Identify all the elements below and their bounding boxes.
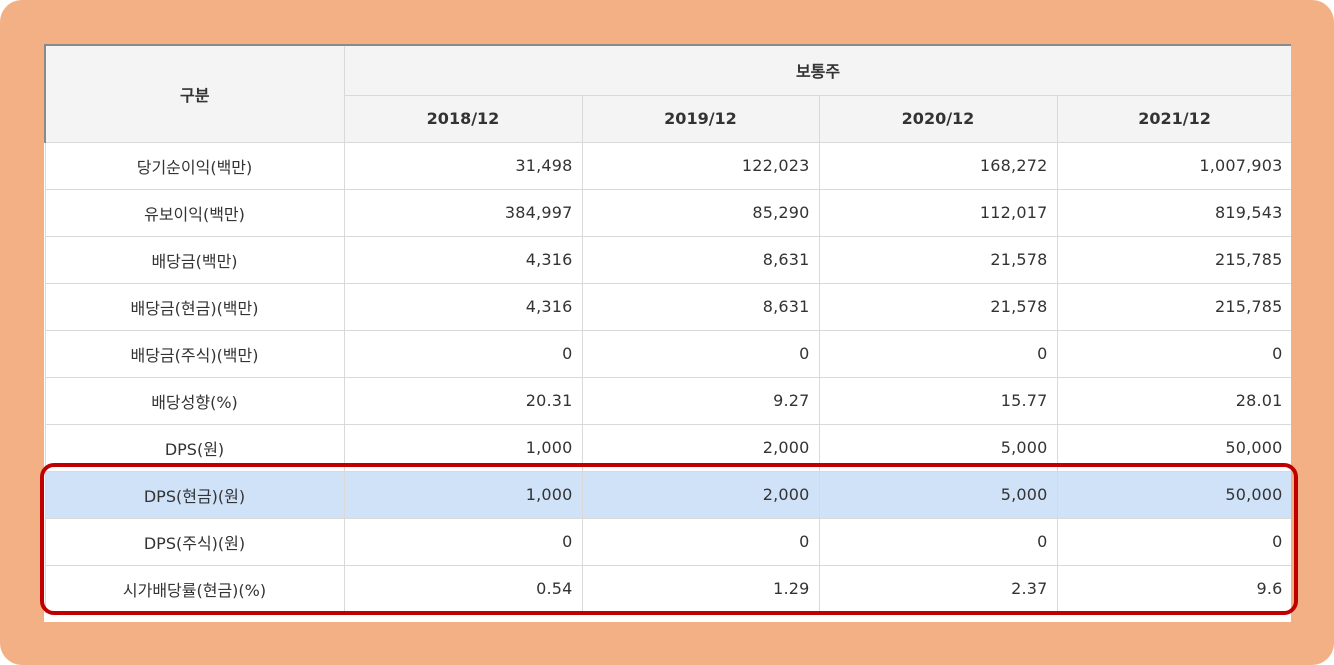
- table-row: 유보이익(백만) 384,997 85,290 112,017 819,543: [44, 188, 1291, 237]
- value-cell: 21,578: [818, 235, 1058, 284]
- row-label: 유보이익(백만): [44, 188, 345, 237]
- row-label: 배당금(백만): [44, 235, 345, 284]
- value-cell: 215,785: [1056, 235, 1291, 284]
- value-cell: 4,316: [343, 235, 583, 284]
- value-cell: 5,000: [818, 423, 1058, 472]
- corner-header: 구분: [44, 44, 345, 143]
- table-row: 배당금(현금)(백만) 4,316 8,631 21,578 215,785: [44, 282, 1291, 331]
- value-cell: 50,000: [1056, 423, 1291, 472]
- group-header: 보통주: [343, 44, 1291, 96]
- column-header: 2021/12: [1056, 94, 1291, 143]
- table-row: 배당금(백만) 4,316 8,631 21,578 215,785: [44, 235, 1291, 284]
- value-cell: 0: [1056, 329, 1291, 378]
- table-body: 당기순이익(백만) 31,498 122,023 168,272 1,007,903 유보…: [44, 141, 1291, 613]
- value-cell: 9.6: [1056, 564, 1291, 613]
- value-cell: 1,000: [343, 423, 583, 472]
- value-cell: 20.31: [343, 376, 583, 425]
- value-cell: 819,543: [1056, 188, 1291, 237]
- value-cell: 8,631: [581, 235, 820, 284]
- row-label: 배당성향(%): [44, 376, 345, 425]
- table-row: DPS(원) 1,000 2,000 5,000 50,000: [44, 423, 1291, 472]
- value-cell: 0: [581, 517, 820, 566]
- table-row: 당기순이익(백만) 31,498 122,023 168,272 1,007,903: [44, 141, 1291, 190]
- value-cell: 112,017: [818, 188, 1058, 237]
- table-row: DPS(주식)(원) 0 0 0 0: [44, 517, 1291, 566]
- value-cell: 4,316: [343, 282, 583, 331]
- value-cell: 215,785: [1056, 282, 1291, 331]
- dividend-table: 구분 보통주 2018/12 2019/12 2020/12 2021/12 당…: [44, 44, 1291, 613]
- table-header: 구분 보통주 2018/12 2019/12 2020/12 2021/12: [44, 44, 1291, 143]
- value-cell: 0: [818, 329, 1058, 378]
- value-cell: 5,000: [818, 470, 1058, 519]
- row-label: 시가배당률(현금)(%): [44, 564, 345, 613]
- column-header: 2019/12: [581, 94, 820, 143]
- value-cell: 1,007,903: [1056, 141, 1291, 190]
- value-cell: 1,000: [343, 470, 583, 519]
- table-row: 시가배당률(현금)(%) 0.54 1.29 2.37 9.6: [44, 564, 1291, 613]
- value-cell: 2,000: [581, 470, 820, 519]
- row-label: 배당금(주식)(백만): [44, 329, 345, 378]
- table-row: DPS(현금)(원) 1,000 2,000 5,000 50,000: [44, 470, 1291, 519]
- value-cell: 15.77: [818, 376, 1058, 425]
- value-cell: 31,498: [343, 141, 583, 190]
- value-cell: 21,578: [818, 282, 1058, 331]
- value-cell: 0: [1056, 517, 1291, 566]
- column-header: 2018/12: [343, 94, 583, 143]
- row-label: DPS(원): [44, 423, 345, 472]
- value-cell: 0: [343, 329, 583, 378]
- value-cell: 50,000: [1056, 470, 1291, 519]
- value-cell: 8,631: [581, 282, 820, 331]
- value-cell: 122,023: [581, 141, 820, 190]
- row-label: DPS(주식)(원): [44, 517, 345, 566]
- value-cell: 9.27: [581, 376, 820, 425]
- row-label: DPS(현금)(원): [44, 470, 345, 519]
- value-cell: 0: [581, 329, 820, 378]
- value-cell: 85,290: [581, 188, 820, 237]
- row-label: 배당금(현금)(백만): [44, 282, 345, 331]
- value-cell: 0: [818, 517, 1058, 566]
- value-cell: 0: [343, 517, 583, 566]
- value-cell: 2,000: [581, 423, 820, 472]
- value-cell: 2.37: [818, 564, 1058, 613]
- row-label: 당기순이익(백만): [44, 141, 345, 190]
- value-cell: 1.29: [581, 564, 820, 613]
- column-header: 2020/12: [818, 94, 1058, 143]
- table-row: 배당성향(%) 20.31 9.27 15.77 28.01: [44, 376, 1291, 425]
- value-cell: 168,272: [818, 141, 1058, 190]
- value-cell: 384,997: [343, 188, 583, 237]
- value-cell: 0.54: [343, 564, 583, 613]
- dividend-table-panel: 구분 보통주 2018/12 2019/12 2020/12 2021/12 당…: [44, 44, 1291, 622]
- value-cell: 28.01: [1056, 376, 1291, 425]
- table-row: 배당금(주식)(백만) 0 0 0 0: [44, 329, 1291, 378]
